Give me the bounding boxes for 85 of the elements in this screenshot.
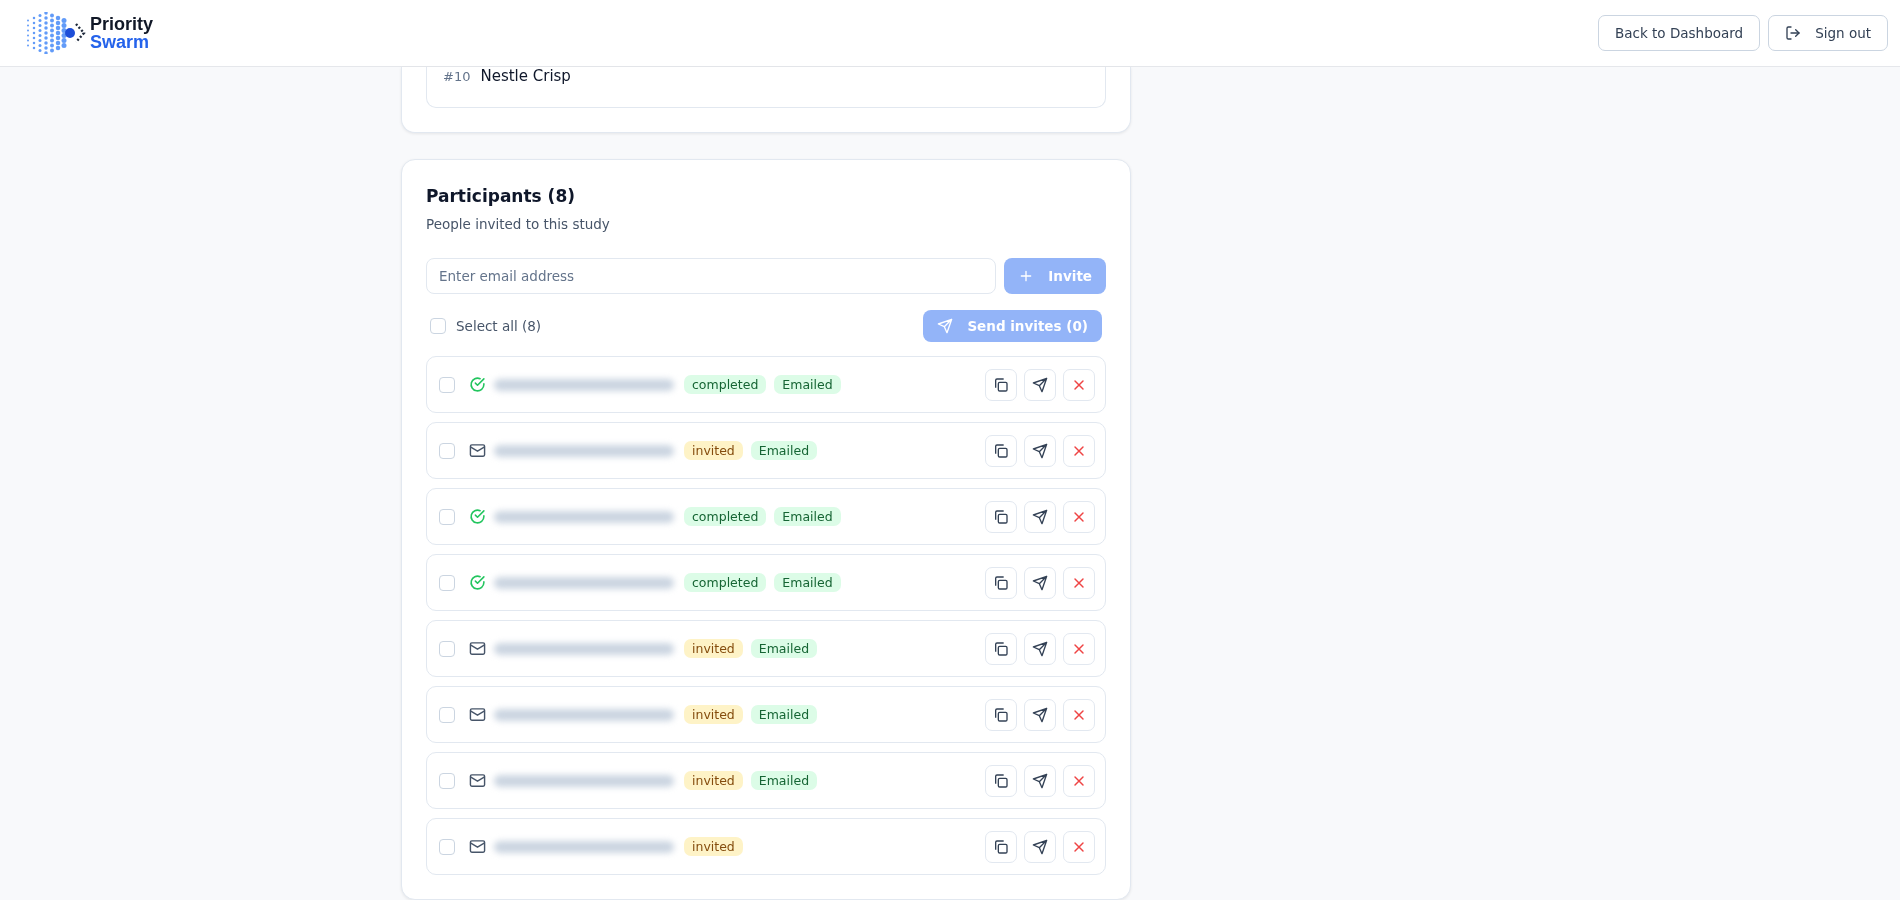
check-circle-icon [469, 574, 486, 591]
status-badge: Emailed [774, 507, 841, 526]
copy-icon [993, 838, 1009, 855]
logo-text: Priority [90, 15, 154, 33]
mail-icon [469, 640, 486, 657]
row-checkbox[interactable] [439, 838, 455, 855]
send-button[interactable] [1024, 764, 1056, 797]
send-icon [937, 318, 954, 334]
send-icon [1032, 442, 1048, 459]
sign-out-button[interactable]: Sign out [1768, 15, 1888, 51]
row-checkbox[interactable] [439, 772, 455, 789]
remove-button[interactable] [1063, 632, 1095, 665]
send-button[interactable] [1024, 632, 1056, 665]
sign-out-icon [1785, 25, 1802, 41]
copy-button[interactable] [985, 698, 1017, 731]
status-badge: invited [684, 771, 743, 790]
send-button[interactable] [1024, 434, 1056, 467]
row-checkbox[interactable] [439, 574, 455, 591]
logo-text: Swarm [90, 33, 150, 51]
back-to-dashboard-button[interactable]: Back to Dashboard [1598, 15, 1761, 51]
check-circle-icon [469, 376, 486, 393]
section-subtitle: People invited to this study [426, 216, 611, 232]
send-button[interactable] [1024, 698, 1056, 731]
send-icon [1032, 574, 1048, 591]
status-badge: Emailed [774, 573, 841, 592]
select-all-checkbox[interactable] [430, 318, 446, 334]
email-field[interactable]: Enter email address [426, 258, 997, 294]
row-checkbox[interactable] [439, 706, 455, 723]
send-button[interactable] [1024, 566, 1056, 599]
send-icon [1032, 706, 1048, 723]
row-checkbox[interactable] [439, 376, 455, 393]
copy-icon [993, 706, 1009, 723]
remove-button[interactable] [1063, 566, 1095, 599]
copy-icon [993, 376, 1009, 393]
remove-button[interactable] [1063, 830, 1095, 863]
select-all-label: Select all (8) [456, 318, 542, 334]
remove-button[interactable] [1063, 500, 1095, 533]
status-badge: Emailed [750, 441, 818, 460]
copy-icon [993, 574, 1009, 591]
row-checkbox[interactable] [439, 442, 455, 459]
status-badge: Emailed [750, 771, 818, 790]
mail-icon [469, 772, 486, 789]
send-icon [1032, 376, 1048, 393]
section-title: Participants (8) [426, 186, 576, 206]
copy-button[interactable] [985, 434, 1017, 467]
logo-icon [24, 12, 86, 54]
rank-number: #10 [443, 69, 471, 84]
status-badge: completed [684, 375, 767, 394]
copy-button[interactable] [985, 764, 1017, 797]
copy-button[interactable] [985, 830, 1017, 863]
copy-button[interactable] [985, 566, 1017, 599]
send-button[interactable] [1024, 500, 1056, 533]
send-icon [1032, 772, 1048, 789]
send-button[interactable] [1024, 830, 1056, 863]
row-checkbox[interactable] [439, 508, 455, 525]
status-badge: invited [684, 705, 743, 724]
send-icon [1032, 640, 1048, 657]
status-badge: Emailed [774, 375, 841, 394]
status-badge: completed [684, 573, 767, 592]
status-badge: invited [684, 837, 743, 856]
remove-button[interactable] [1063, 368, 1095, 401]
copy-button[interactable] [985, 632, 1017, 665]
status-badge: invited [684, 441, 743, 460]
copy-icon [993, 640, 1009, 657]
copy-icon [993, 772, 1009, 789]
send-icon [1032, 508, 1048, 525]
copy-button[interactable] [985, 500, 1017, 533]
send-icon [1032, 838, 1048, 855]
mail-icon [469, 442, 486, 459]
status-badge: invited [684, 639, 743, 658]
copy-icon [993, 508, 1009, 525]
copy-icon [993, 442, 1009, 459]
remove-button[interactable] [1063, 434, 1095, 467]
remove-button[interactable] [1063, 764, 1095, 797]
status-badge: Emailed [750, 705, 818, 724]
mail-icon [469, 838, 486, 855]
item-name: Nestle Crisp [480, 67, 571, 85]
copy-button[interactable] [985, 368, 1017, 401]
status-badge: Emailed [750, 639, 818, 658]
send-button[interactable] [1024, 368, 1056, 401]
row-checkbox[interactable] [439, 640, 455, 657]
remove-button[interactable] [1063, 698, 1095, 731]
check-circle-icon [469, 508, 486, 525]
status-badge: completed [684, 507, 767, 526]
mail-icon [469, 706, 486, 723]
